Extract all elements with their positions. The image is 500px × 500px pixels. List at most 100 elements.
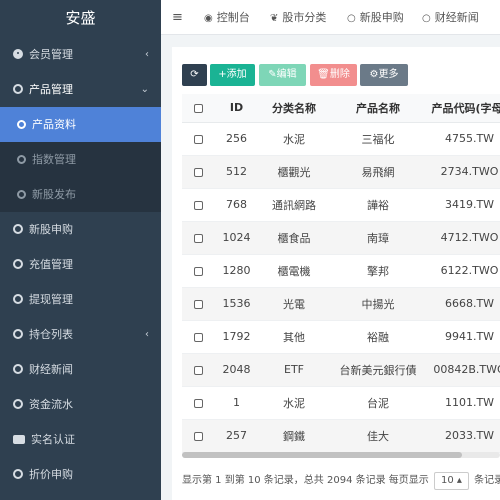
column-header-id[interactable]: ID: [214, 94, 259, 123]
cell-category: 櫃觀光: [259, 155, 329, 189]
delete-button[interactable]: 🗑删除: [310, 64, 357, 86]
refresh-button[interactable]: ⟳: [182, 64, 207, 86]
table-row[interactable]: 1 水泥 台泥 1101.TW: [182, 386, 500, 420]
topbar: ≡ ◉ 控制台 ❦ 股市分类 ○ 新股申购 ○ 财经新闻: [161, 0, 500, 35]
sidebar-item-discount[interactable]: 折价申购: [0, 457, 161, 492]
table-row[interactable]: 256 水泥 三福化 4755.TW: [182, 122, 500, 156]
page-size-select[interactable]: 10 ▴: [433, 472, 469, 490]
row-checkbox[interactable]: [182, 254, 214, 288]
horizontal-scrollbar[interactable]: [182, 452, 500, 458]
row-checkbox[interactable]: [182, 320, 214, 354]
tab-label: 财经新闻: [434, 11, 479, 24]
row-checkbox[interactable]: [182, 287, 214, 321]
row-checkbox[interactable]: [182, 353, 214, 387]
row-checkbox[interactable]: [182, 386, 214, 420]
cell-name: 譁裕: [329, 188, 427, 222]
circle-icon: [13, 399, 23, 409]
row-checkbox[interactable]: [182, 419, 214, 453]
tab-news[interactable]: ○ 财经新闻: [422, 0, 479, 35]
sidebar-item-member[interactable]: 会员管理 ‹: [0, 37, 161, 72]
sidebar-subitem-product-info[interactable]: 产品资料: [0, 107, 161, 142]
sidebar-item-ipo[interactable]: 新股申购: [0, 212, 161, 247]
cell-category: 鋼鐵: [259, 419, 329, 453]
sidebar-item-label: 指数管理: [32, 153, 76, 166]
pagination-info: 显示第 1 到第 10 条记录，总共 2094 条记录 每页显示 10 ▴ 条记…: [182, 472, 500, 490]
row-checkbox[interactable]: [182, 122, 214, 156]
cell-code: 9941.TW: [427, 320, 500, 354]
sidebar-item-label: 提现管理: [29, 293, 73, 306]
table-row[interactable]: 1280 櫃電機 擎邦 6122.TWO: [182, 254, 500, 288]
cell-name: 三福化: [329, 122, 427, 156]
tab-label: 控制台: [216, 11, 250, 24]
table-row[interactable]: 257 鋼鐵 佳大 2033.TW: [182, 419, 500, 453]
cell-id: 768: [214, 188, 259, 222]
table-row[interactable]: 2048 ETF 台新美元銀行債 00842B.TWO: [182, 353, 500, 387]
table-header-row: ID 分类名称 产品名称 产品代码(字母): [182, 94, 500, 123]
circle-icon: [13, 469, 23, 479]
caret-up-icon: ▴: [456, 475, 462, 486]
sidebar-item-label: 充值管理: [29, 258, 73, 271]
cell-category: 通訊網路: [259, 188, 329, 222]
product-submenu: 产品资料 指数管理 新股发布: [0, 107, 161, 212]
table-row[interactable]: 512 櫃觀光 易飛網 2734.TWO: [182, 155, 500, 189]
chevron-down-icon: ⌄: [140, 84, 149, 95]
chevron-left-icon: ‹: [145, 49, 149, 60]
cell-code: 2734.TWO: [427, 155, 500, 189]
cell-code: 2033.TW: [427, 419, 500, 453]
circle-icon: ○: [347, 13, 356, 24]
more-button[interactable]: ⚙更多: [360, 64, 408, 86]
table-row[interactable]: 768 通訊網路 譁裕 3419.TW: [182, 188, 500, 222]
content-panel: ⟳ +添加 ✎编辑 🗑删除 ⚙更多 ID 分类名称 产品名称 产品代码(字母) …: [172, 47, 500, 500]
select-all-checkbox[interactable]: [182, 94, 214, 123]
sidebar: 安盛 会员管理 ‹ 产品管理 ⌄ 产品资料 指数管理 新股发布 新股申购 充值管…: [0, 0, 161, 500]
row-checkbox[interactable]: [182, 221, 214, 255]
cell-category: 櫃食品: [259, 221, 329, 255]
sidebar-item-news[interactable]: 财经新闻: [0, 352, 161, 387]
sidebar-item-label: 持仓列表: [29, 328, 73, 341]
page-size-value: 10: [440, 475, 454, 486]
row-checkbox[interactable]: [182, 188, 214, 222]
sidebar-subitem-index[interactable]: 指数管理: [0, 142, 161, 177]
sidebar-item-label: 新股申购: [29, 223, 73, 236]
cell-id: 1536: [214, 287, 259, 321]
sidebar-item-recharge[interactable]: 充值管理: [0, 247, 161, 282]
edit-button[interactable]: ✎编辑: [259, 64, 306, 86]
column-header-category[interactable]: 分类名称: [259, 94, 329, 123]
row-checkbox[interactable]: [182, 155, 214, 189]
cell-id: 1280: [214, 254, 259, 288]
cell-id: 512: [214, 155, 259, 189]
table-row[interactable]: 1024 櫃食品 南璋 4712.TWO: [182, 221, 500, 255]
add-button[interactable]: +添加: [210, 64, 255, 86]
scrollbar-thumb[interactable]: [182, 452, 462, 458]
sidebar-item-verify[interactable]: 实名认证: [0, 422, 161, 457]
sidebar-item-withdraw[interactable]: 提现管理: [0, 282, 161, 317]
circle-icon: [17, 155, 26, 164]
table-row[interactable]: 1792 其他 裕融 9941.TW: [182, 320, 500, 354]
sidebar-item-funds[interactable]: 资金流水: [0, 387, 161, 422]
cell-id: 1792: [214, 320, 259, 354]
pagination-suffix: 条记录: [474, 475, 500, 486]
cell-code: 4755.TW: [427, 122, 500, 156]
column-header-code[interactable]: 产品代码(字母): [427, 94, 500, 123]
sidebar-subitem-ipo-publish[interactable]: 新股发布: [0, 177, 161, 212]
leaf-icon: ❦: [270, 13, 279, 24]
sidebar-item-positions[interactable]: 持仓列表 ‹: [0, 317, 161, 352]
tab-ipo[interactable]: ○ 新股申购: [347, 0, 404, 35]
tab-dashboard[interactable]: ◉ 控制台: [204, 0, 250, 35]
pagination-text: 显示第 1 到第 10 条记录，总共 2094 条记录 每页显示: [182, 475, 429, 486]
cell-category: 光電: [259, 287, 329, 321]
table-row[interactable]: 1536 光電 中揚光 6668.TW: [182, 287, 500, 321]
cell-id: 2048: [214, 353, 259, 387]
sidebar-item-product[interactable]: 产品管理 ⌄: [0, 72, 161, 107]
tab-stock-category[interactable]: ❦ 股市分类: [270, 0, 326, 35]
cell-category: 水泥: [259, 386, 329, 420]
cell-category: 其他: [259, 320, 329, 354]
column-header-name[interactable]: 产品名称: [329, 94, 427, 123]
dashboard-icon: ◉: [204, 13, 213, 24]
cell-code: 4712.TWO: [427, 221, 500, 255]
menu-toggle-icon[interactable]: ≡: [172, 0, 183, 35]
circle-icon: [13, 224, 23, 234]
cell-code: 3419.TW: [427, 188, 500, 222]
cell-code: 1101.TW: [427, 386, 500, 420]
brand-title: 安盛: [0, 0, 161, 37]
